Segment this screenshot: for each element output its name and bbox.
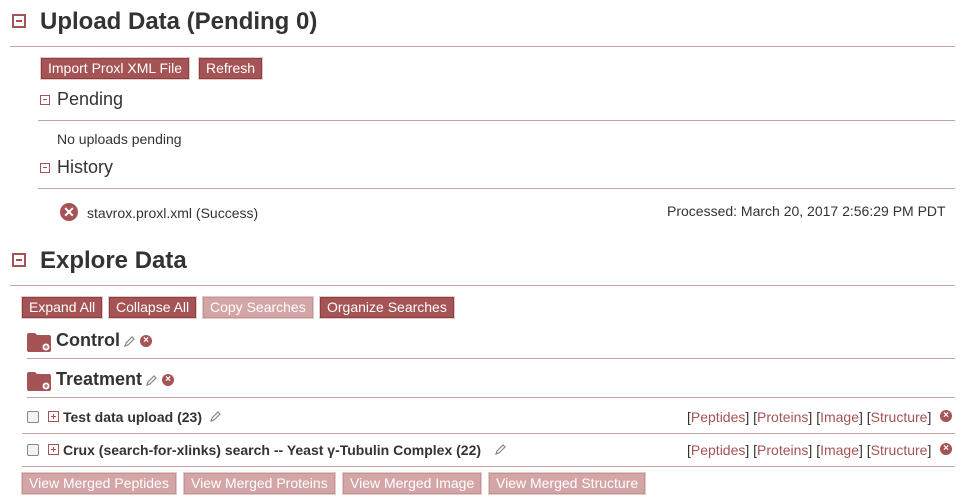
search-divider <box>22 466 955 467</box>
search-select-checkbox[interactable] <box>27 411 39 423</box>
peptides-link[interactable]: Peptides <box>691 409 745 425</box>
explore-section-title: Explore Data <box>40 247 187 274</box>
folder-name-treatment[interactable]: Treatment <box>56 369 142 390</box>
peptides-link[interactable]: Peptides <box>691 442 745 458</box>
collapse-all-button[interactable]: Collapse All <box>109 297 197 318</box>
image-link[interactable]: Image <box>820 442 859 458</box>
collapse-history-icon[interactable] <box>40 163 50 173</box>
collapse-pending-icon[interactable] <box>40 95 50 105</box>
view-merged-peptides-button[interactable]: View Merged Peptides <box>22 473 176 494</box>
folder-icon[interactable] <box>27 371 51 391</box>
folder-divider <box>27 397 955 398</box>
search-select-checkbox[interactable] <box>27 444 39 456</box>
view-merged-proteins-button[interactable]: View Merged Proteins <box>184 473 335 494</box>
proteins-link[interactable]: Proteins <box>757 442 808 458</box>
edit-pencil-icon[interactable] <box>124 335 136 347</box>
history-heading: History <box>57 157 114 177</box>
organize-searches-button[interactable]: Organize Searches <box>320 297 454 318</box>
proteins-link[interactable]: Proteins <box>757 409 808 425</box>
expand-all-button[interactable]: Expand All <box>22 297 103 318</box>
delete-folder-icon[interactable]: × <box>162 374 174 386</box>
history-item-processed: Processed: March 20, 2017 2:56:29 PM PDT <box>667 203 946 219</box>
folder-divider <box>27 358 955 359</box>
image-link[interactable]: Image <box>820 409 859 425</box>
collapse-upload-section-icon[interactable] <box>12 14 26 28</box>
folder-icon[interactable] <box>27 332 51 352</box>
edit-pencil-icon[interactable] <box>146 374 158 386</box>
search-links: [Peptides] [Proteins] [Image] [Structure… <box>687 442 932 458</box>
search-name: Test data upload (23) <box>63 409 202 425</box>
no-uploads-pending-text: No uploads pending <box>57 131 182 147</box>
import-proxl-xml-button[interactable]: Import Proxl XML File <box>41 58 190 79</box>
delete-folder-icon[interactable]: × <box>140 335 152 347</box>
copy-searches-button[interactable]: Copy Searches <box>203 297 313 318</box>
edit-pencil-icon[interactable] <box>210 410 222 422</box>
search-divider <box>22 433 955 434</box>
explore-title-divider <box>10 285 955 286</box>
expand-search-icon[interactable] <box>48 444 59 455</box>
refresh-button[interactable]: Refresh <box>199 58 263 79</box>
delete-search-icon[interactable]: × <box>940 443 952 455</box>
pending-divider <box>38 120 955 121</box>
view-merged-structure-button[interactable]: View Merged Structure <box>489 473 646 494</box>
collapse-explore-section-icon[interactable] <box>12 253 26 267</box>
folder-name-control[interactable]: Control <box>56 330 120 351</box>
pending-heading: Pending <box>57 89 124 109</box>
expand-search-icon[interactable] <box>48 411 59 422</box>
structure-link[interactable]: Structure <box>871 409 928 425</box>
upload-title-divider <box>10 46 955 47</box>
search-links: [Peptides] [Proteins] [Image] [Structure… <box>687 409 932 425</box>
history-item-file: stavrox.proxl.xml (Success) <box>87 205 259 221</box>
structure-link[interactable]: Structure <box>871 442 928 458</box>
search-name: Crux (search-for-xlinks) search -- Yeast… <box>63 442 482 458</box>
view-merged-image-button[interactable]: View Merged Image <box>343 473 482 494</box>
history-item-status-icon[interactable]: ✕ <box>60 203 78 221</box>
history-divider <box>38 188 955 189</box>
upload-section-title: Upload Data (Pending 0) <box>40 8 318 35</box>
delete-search-icon[interactable]: × <box>940 410 952 422</box>
edit-pencil-icon[interactable] <box>495 443 507 455</box>
